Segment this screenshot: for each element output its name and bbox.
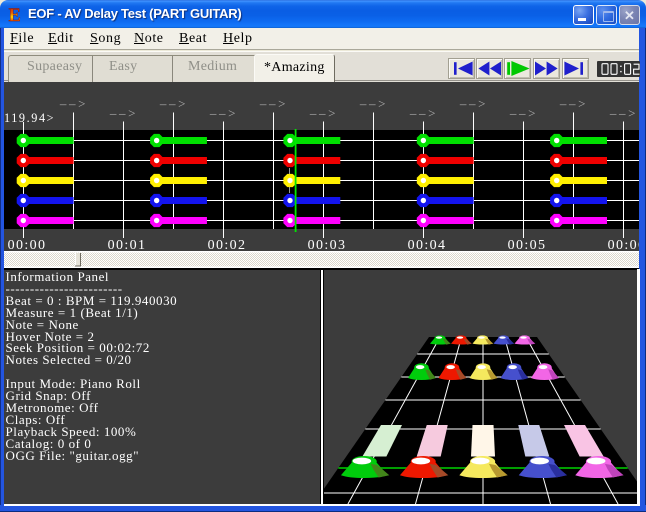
svg-text:119.94>: 119.94> xyxy=(4,111,55,125)
svg-text:––>: ––> xyxy=(159,96,188,111)
svg-text:00:01: 00:01 xyxy=(108,238,147,253)
svg-text:––>: ––> xyxy=(209,106,238,121)
svg-text:––>: ––> xyxy=(259,96,288,111)
svg-text:00:03: 00:03 xyxy=(308,238,347,253)
svg-text:––>: ––> xyxy=(559,96,588,111)
svg-text:––>: ––> xyxy=(409,106,438,121)
svg-text:––>: ––> xyxy=(59,96,88,111)
svg-text:––>: ––> xyxy=(109,106,138,121)
svg-text:––>: ––> xyxy=(459,96,488,111)
svg-text:E: E xyxy=(9,6,21,23)
svg-text:––>: ––> xyxy=(509,106,538,121)
svg-text:00:05: 00:05 xyxy=(508,238,547,253)
svg-text:00:00: 00:00 xyxy=(8,238,47,253)
svg-text:00:06: 00:06 xyxy=(608,238,639,253)
svg-text:––>: ––> xyxy=(309,106,338,121)
svg-text:––>: ––> xyxy=(609,106,638,121)
svg-text:00:02: 00:02 xyxy=(208,238,247,253)
svg-text:––>: ––> xyxy=(359,96,388,111)
svg-text:00:04: 00:04 xyxy=(408,238,447,253)
